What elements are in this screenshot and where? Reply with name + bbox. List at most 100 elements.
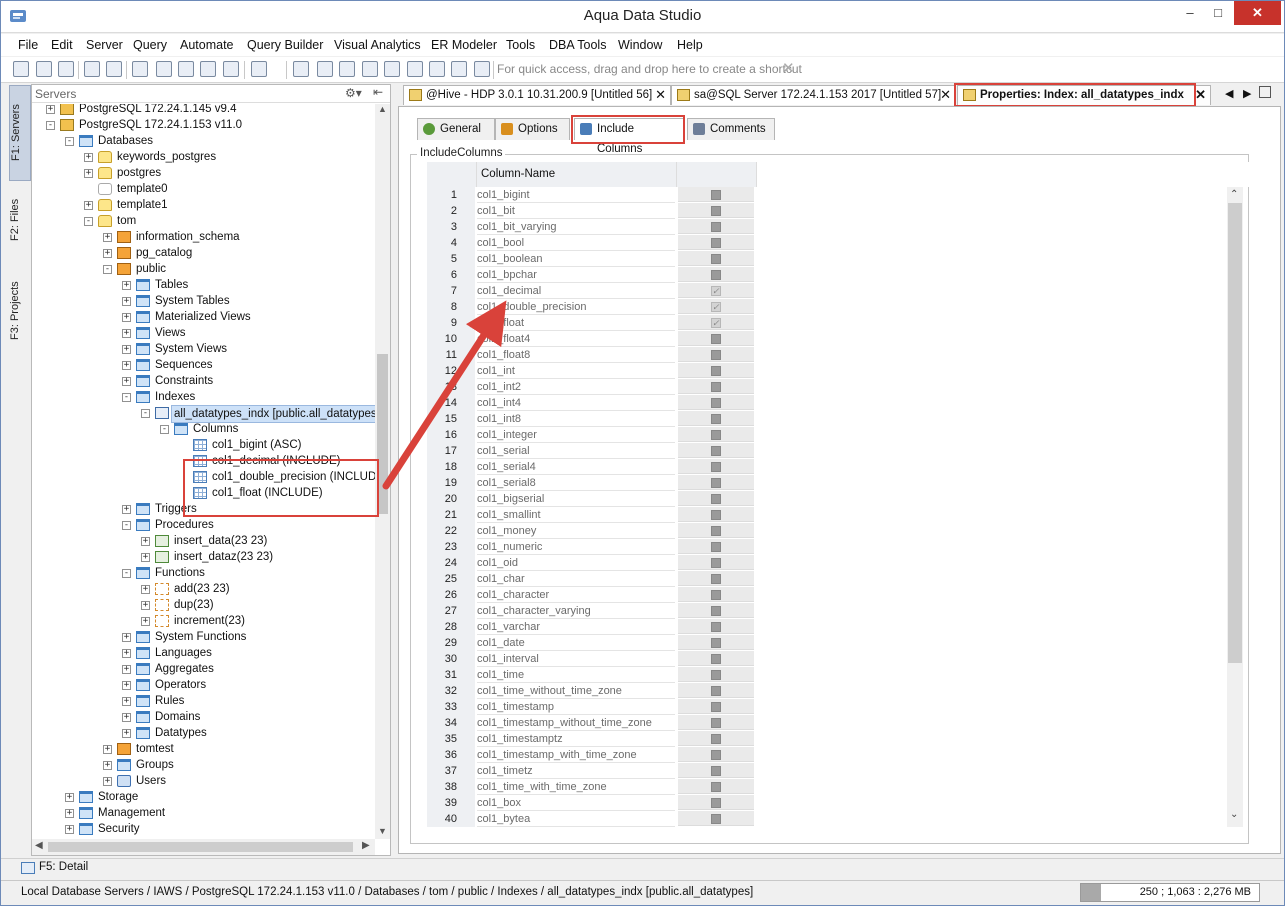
include-checkbox-cell[interactable]: [678, 443, 754, 458]
tree-node[interactable]: + Domains: [32, 709, 375, 725]
tree-node[interactable]: + System Tables: [32, 293, 375, 309]
tree-expander-icon[interactable]: -: [46, 121, 55, 130]
menu-item-automate[interactable]: Automate: [180, 38, 234, 52]
subtab-comments[interactable]: Comments: [687, 118, 775, 140]
include-checkbox-cell[interactable]: [678, 699, 754, 714]
table-row[interactable]: 31 col1_time: [427, 667, 1227, 683]
tree-node[interactable]: + dup(23): [32, 597, 375, 613]
document-tab[interactable]: @Hive - HDP 3.0.1 10.31.200.9 [Untitled …: [403, 85, 671, 105]
tree-expander-icon[interactable]: +: [122, 649, 131, 658]
include-checkbox-cell[interactable]: [678, 363, 754, 378]
tree-expander-icon[interactable]: +: [122, 697, 131, 706]
tree-expander-icon[interactable]: -: [160, 425, 169, 434]
edit-icon[interactable]: [84, 61, 100, 77]
tree-node[interactable]: + Security: [32, 821, 375, 837]
table-row[interactable]: 11 col1_float8: [427, 347, 1227, 363]
unchecked-checkbox[interactable]: [711, 638, 721, 648]
include-checkbox-cell[interactable]: [678, 763, 754, 778]
table-row[interactable]: 9 col1_float: [427, 315, 1227, 331]
menu-item-file[interactable]: File: [18, 38, 38, 52]
include-checkbox-cell[interactable]: [678, 491, 754, 506]
unchecked-checkbox[interactable]: [711, 766, 721, 776]
unchecked-checkbox[interactable]: [711, 446, 721, 456]
unchecked-checkbox[interactable]: [711, 590, 721, 600]
table-row[interactable]: 32 col1_time_without_time_zone: [427, 683, 1227, 699]
new-connection-icon[interactable]: [13, 61, 29, 77]
unchecked-checkbox[interactable]: [711, 350, 721, 360]
menu-item-edit[interactable]: Edit: [51, 38, 73, 52]
tree-expander-icon[interactable]: +: [65, 809, 74, 818]
tree-expander-icon[interactable]: +: [122, 377, 131, 386]
table-row[interactable]: 21 col1_smallint: [427, 507, 1227, 523]
tree-expander-icon[interactable]: +: [141, 537, 150, 546]
unchecked-checkbox[interactable]: [711, 238, 721, 248]
tab-projects[interactable]: F3: Projects: [9, 271, 31, 351]
tree-node[interactable]: + information_schema: [32, 229, 375, 245]
include-checkbox-cell[interactable]: [678, 683, 754, 698]
scroll-up-icon[interactable]: ⌃: [1230, 189, 1238, 200]
include-checkbox-cell[interactable]: [678, 779, 754, 794]
compare-icon[interactable]: [178, 61, 194, 77]
unchecked-checkbox[interactable]: [711, 190, 721, 200]
include-checkbox-cell[interactable]: [678, 267, 754, 282]
tree-expander-icon[interactable]: +: [103, 761, 112, 770]
include-checkbox-cell[interactable]: [678, 715, 754, 730]
unchecked-checkbox[interactable]: [711, 702, 721, 712]
detail-tab[interactable]: F5: Detail: [39, 861, 88, 873]
tree-expander-icon[interactable]: +: [141, 553, 150, 562]
schema-icon[interactable]: [200, 61, 216, 77]
unchecked-checkbox[interactable]: [711, 558, 721, 568]
table-row[interactable]: 13 col1_int2: [427, 379, 1227, 395]
script-icon[interactable]: [293, 61, 309, 77]
config-icon[interactable]: [474, 61, 490, 77]
scroll-down-icon[interactable]: ⌄: [1230, 809, 1238, 820]
menu-item-help[interactable]: Help: [677, 38, 703, 52]
menu-item-query[interactable]: Query: [133, 38, 167, 52]
subtab-options[interactable]: Options: [495, 118, 570, 140]
include-flag-header[interactable]: [677, 162, 757, 187]
table-row[interactable]: 23 col1_numeric: [427, 539, 1227, 555]
menu-item-window[interactable]: Window: [618, 38, 662, 52]
table-row[interactable]: 18 col1_serial4: [427, 459, 1227, 475]
table-row[interactable]: 17 col1_serial: [427, 443, 1227, 459]
table-row[interactable]: 24 col1_oid: [427, 555, 1227, 571]
tree-expander-icon[interactable]: +: [84, 201, 93, 210]
unchecked-checkbox[interactable]: [711, 462, 721, 472]
tree-expander-icon[interactable]: +: [122, 665, 131, 674]
tree-node[interactable]: + Storage: [32, 789, 375, 805]
subtab-general[interactable]: General: [417, 118, 495, 140]
table-row[interactable]: 34 col1_timestamp_without_time_zone: [427, 715, 1227, 731]
tree-horizontal-scrollbar[interactable]: ◀ ▶: [32, 839, 375, 855]
menu-item-query-builder[interactable]: Query Builder: [247, 38, 323, 52]
scrollbar-thumb[interactable]: [48, 842, 353, 852]
tree-node[interactable]: - public: [32, 261, 375, 277]
quick-access-close-icon[interactable]: ✕: [782, 59, 795, 77]
tree-expander-icon[interactable]: +: [122, 297, 131, 306]
scroll-left-icon[interactable]: ◀: [35, 840, 43, 851]
tree-expander-icon[interactable]: +: [122, 713, 131, 722]
tree-node[interactable]: - tom: [32, 213, 375, 229]
include-checkbox-cell[interactable]: [678, 411, 754, 426]
table-row[interactable]: 36 col1_timestamp_with_time_zone: [427, 747, 1227, 763]
tree-node[interactable]: - Columns: [32, 421, 375, 437]
table-row[interactable]: 1 col1_bigint: [427, 187, 1227, 203]
tab-files[interactable]: F2: Files: [9, 187, 31, 253]
table-row[interactable]: 25 col1_char: [427, 571, 1227, 587]
tree-expander-icon[interactable]: +: [122, 313, 131, 322]
close-tab-icon[interactable]: ✕: [940, 86, 951, 104]
table-row[interactable]: 28 col1_varchar: [427, 619, 1227, 635]
table-row[interactable]: 29 col1_date: [427, 635, 1227, 651]
tree-node[interactable]: - all_datatypes_indx [public.all_datatype…: [32, 405, 375, 423]
column-name-header[interactable]: Column-Name: [477, 162, 677, 187]
tree-node[interactable]: + Tables: [32, 277, 375, 293]
tree-expander-icon[interactable]: +: [122, 681, 131, 690]
tab-scroll-right-icon[interactable]: ▶: [1243, 87, 1251, 100]
tree-expander-icon[interactable]: -: [122, 521, 131, 530]
include-checkbox-cell[interactable]: [678, 507, 754, 522]
tree-node[interactable]: + Constraints: [32, 373, 375, 389]
tree-node[interactable]: + PostgreSQL 172.24.1.145 v9.4: [32, 104, 375, 117]
include-checkbox-cell[interactable]: [678, 315, 754, 331]
include-checkbox-cell[interactable]: [678, 795, 754, 810]
table-row[interactable]: 15 col1_int8: [427, 411, 1227, 427]
include-checkbox-cell[interactable]: [678, 187, 754, 202]
